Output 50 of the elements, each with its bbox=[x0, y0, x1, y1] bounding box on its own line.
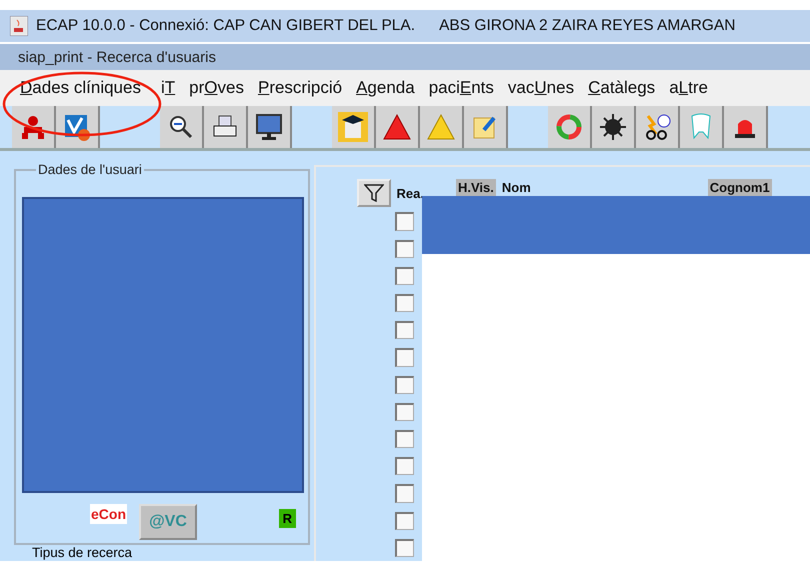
virus-icon bbox=[598, 112, 628, 142]
cycle-icon bbox=[554, 112, 584, 142]
toolbar-button[interactable] bbox=[332, 106, 376, 148]
filter-button[interactable] bbox=[356, 179, 391, 208]
checkbox[interactable] bbox=[395, 376, 414, 394]
checkbox[interactable] bbox=[395, 240, 414, 258]
toolbar-button[interactable] bbox=[248, 106, 292, 148]
menu-item[interactable]: Prescripció bbox=[258, 78, 342, 98]
column-header: Rea. bbox=[396, 184, 425, 202]
column-header[interactable]: Cognom1 bbox=[708, 179, 772, 196]
checkbox[interactable] bbox=[395, 402, 414, 421]
menu-item[interactable]: Agenda bbox=[356, 78, 415, 98]
window-title: ECAP 10.0.0 - Connexió: CAP CAN GIBERT DEL PLA. bbox=[36, 17, 416, 35]
checkbox[interactable] bbox=[395, 484, 414, 503]
toolbar-button[interactable] bbox=[160, 106, 204, 148]
checkbox[interactable] bbox=[395, 348, 414, 367]
toolbar-button[interactable] bbox=[376, 106, 420, 148]
menu-item[interactable]: iT bbox=[160, 78, 176, 98]
subtitle: siap_print - Recerca d'usuaris bbox=[18, 48, 216, 66]
menu-item[interactable]: Catàlegs bbox=[588, 78, 656, 98]
menu-item[interactable]: vacUnes bbox=[508, 78, 574, 98]
diploma-icon bbox=[338, 112, 368, 142]
checkbox[interactable] bbox=[395, 294, 414, 312]
coffee-cup-icon bbox=[10, 16, 28, 36]
search-type-label: Tipus de recerca bbox=[32, 546, 132, 560]
menu-item[interactable]: paciEnts bbox=[428, 78, 494, 98]
toolbar-button[interactable] bbox=[724, 106, 768, 148]
checkbox[interactable] bbox=[395, 266, 414, 286]
warning-icon bbox=[426, 112, 456, 142]
warning-icon bbox=[382, 112, 412, 142]
panel-title: Dades de l'usuari bbox=[36, 162, 144, 177]
checkbox[interactable] bbox=[395, 212, 414, 231]
column-header[interactable]: Nom bbox=[500, 179, 533, 196]
toolbar-button[interactable] bbox=[592, 106, 636, 148]
toolbar-button[interactable] bbox=[636, 106, 680, 148]
menu-item[interactable]: prOves bbox=[189, 78, 244, 98]
chart-badge-icon bbox=[62, 112, 92, 142]
menu-item[interactable]: aLtre bbox=[669, 78, 708, 98]
monitor-icon bbox=[254, 112, 284, 142]
filter-icon bbox=[364, 184, 384, 202]
checkbox[interactable] bbox=[395, 538, 414, 557]
checkbox[interactable] bbox=[395, 321, 414, 340]
econ-label[interactable]: eCon bbox=[90, 504, 127, 524]
window-title: ABS GIRONA 2 ZAIRA REYES AMARGAN bbox=[439, 17, 736, 35]
checkbox[interactable] bbox=[395, 457, 414, 476]
checkbox[interactable] bbox=[395, 430, 414, 448]
toolbar-button[interactable] bbox=[204, 106, 248, 148]
checkbox[interactable] bbox=[395, 512, 414, 530]
column-header[interactable]: H.Vis. bbox=[456, 179, 496, 196]
r-badge: R bbox=[278, 508, 296, 528]
